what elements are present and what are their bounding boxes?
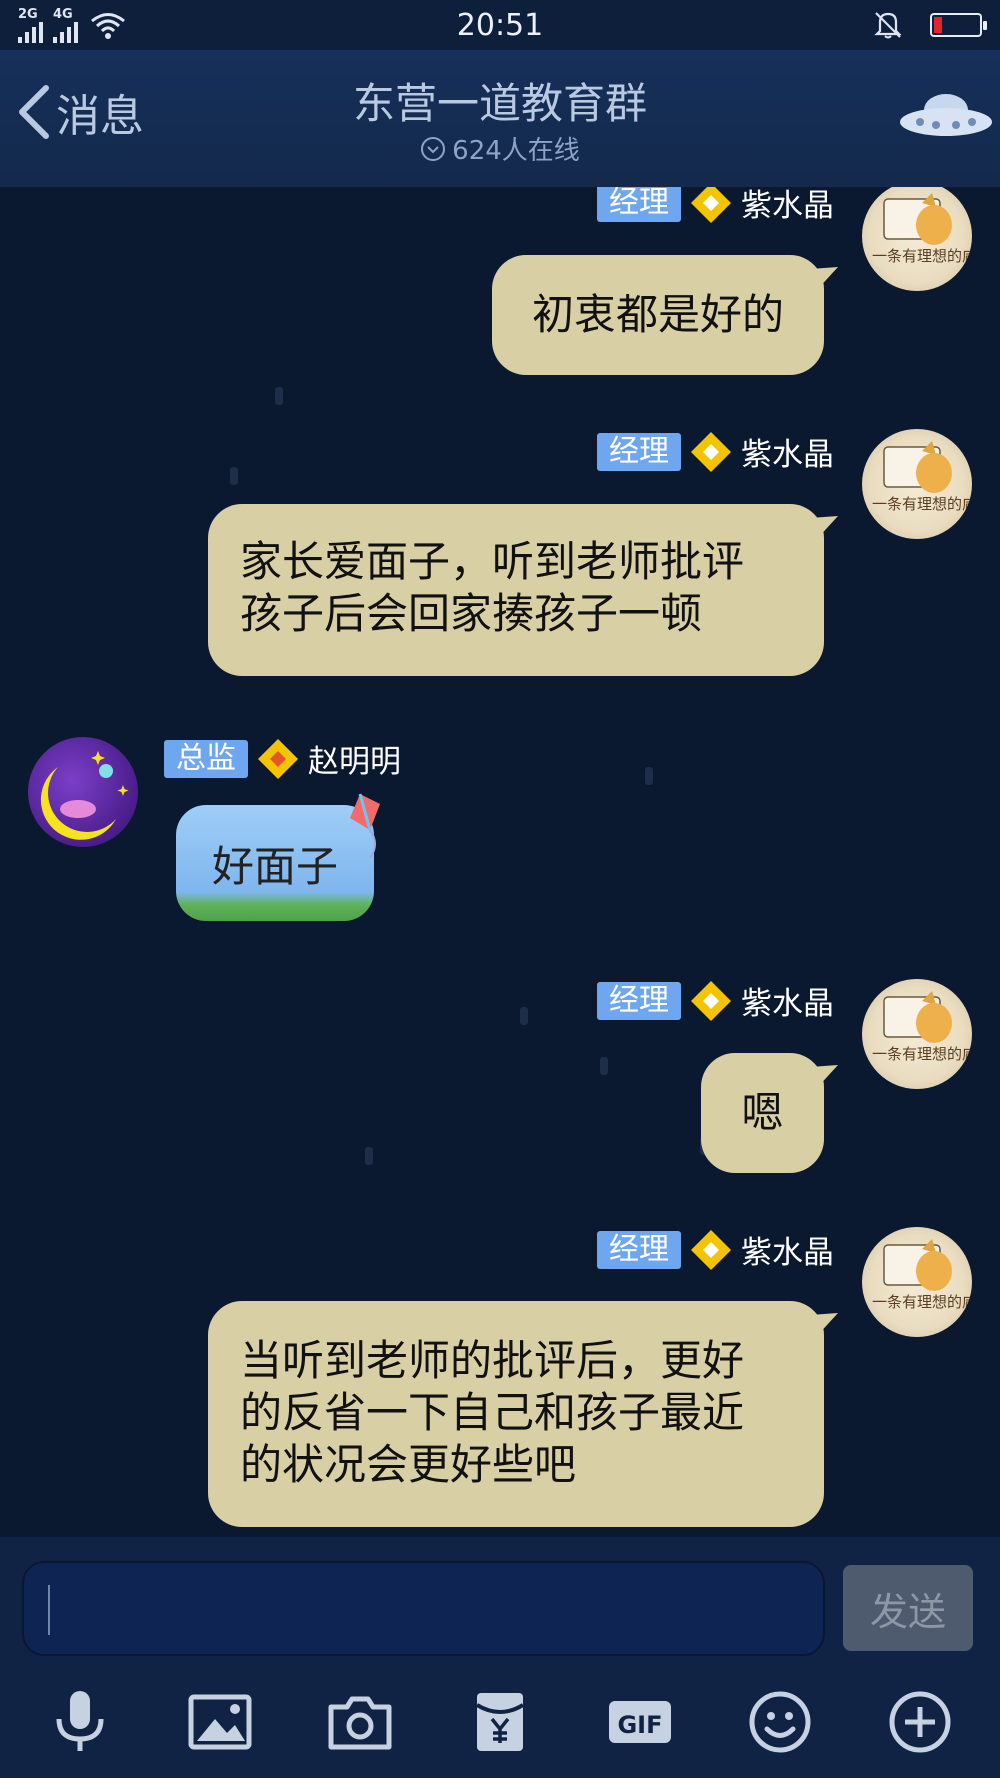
red-packet-button[interactable] (460, 1682, 540, 1762)
red-packet-icon (475, 1692, 525, 1751)
svg-text:一条有理想的咸: 一条有理想的咸 (872, 495, 972, 513)
cat-avatar-icon: 一条有理想的咸 (872, 441, 972, 513)
voice-button[interactable] (40, 1682, 120, 1762)
sender-name[interactable]: 紫水晶 (741, 978, 834, 1023)
text-caret (48, 1585, 50, 1635)
svg-text:一条有理想的咸: 一条有理想的咸 (872, 1045, 972, 1063)
background-streak (230, 467, 238, 485)
camera-button[interactable] (320, 1682, 400, 1762)
message-text-line: 家长爱面子，听到老师批评 (240, 537, 745, 586)
role-badge: 经理 (597, 981, 681, 1020)
battery-icon (930, 13, 987, 37)
role-badge: 经理 (597, 187, 681, 222)
message-bubble[interactable]: 初衷都是好的 (492, 255, 838, 375)
message-meta: 经理 紫水晶 (597, 187, 834, 225)
sender-name[interactable]: 紫水晶 (741, 187, 834, 225)
send-button[interactable]: 发送 (843, 1565, 973, 1651)
emoji-icon (749, 1691, 811, 1752)
group-profile-ufo-icon[interactable] (898, 90, 994, 142)
background-streak (600, 1057, 608, 1075)
emoji-button[interactable] (740, 1682, 820, 1762)
gif-icon: GIF (609, 1700, 671, 1743)
bubble-tail (810, 1065, 838, 1089)
status-time: 20:51 (456, 8, 544, 43)
microphone-icon (56, 1690, 104, 1751)
bubble-tail (810, 1313, 838, 1337)
rank-diamond-icon (691, 431, 731, 472)
message-bubble[interactable]: 当听到老师的批评后，更好 的反省一下自己和孩子最近 的状况会更好些吧 (208, 1301, 838, 1527)
message-text: 初衷都是好的 (531, 290, 784, 339)
gif-button[interactable]: GIF (600, 1682, 680, 1762)
message-meta: 经理 紫水晶 (597, 978, 834, 1023)
avatar[interactable]: 一条有理想的咸 (862, 429, 972, 539)
bubble-tail (810, 267, 838, 291)
message-meta: 总监 赵明明 (164, 736, 401, 781)
plus-icon (889, 1691, 951, 1752)
message-text-line: 当听到老师的批评后，更好 (240, 1336, 745, 1385)
role-badge: 总监 (164, 739, 248, 778)
rank-diamond-icon (258, 738, 298, 779)
avatar[interactable]: 一条有理想的咸 (862, 187, 972, 291)
message-meta: 经理 紫水晶 (597, 1227, 834, 1272)
avatar[interactable]: 一条有理想的咸 (862, 1227, 972, 1337)
message-bubble[interactable]: 家长爱面子，听到老师批评 孩子后会回家揍孩子一顿 (208, 504, 838, 676)
background-streak (520, 1007, 528, 1025)
group-title[interactable]: 东营一道教育群 (0, 70, 1000, 131)
role-badge: 经理 (597, 432, 681, 471)
svg-text:GIF: GIF (617, 1711, 662, 1739)
rank-diamond-icon (691, 980, 731, 1021)
composer-toolbar: GIF (0, 1665, 1000, 1778)
message-text: 好面子 (211, 841, 338, 891)
more-button[interactable] (880, 1682, 960, 1762)
cat-avatar-icon: 一条有理想的咸 (872, 991, 972, 1063)
rank-diamond-icon (691, 187, 731, 223)
sender-name[interactable]: 紫水晶 (741, 429, 834, 474)
message-text-line: 孩子后会回家揍孩子一顿 (240, 589, 703, 638)
message-input[interactable] (22, 1561, 825, 1656)
camera-icon (328, 1696, 392, 1749)
bubble-tail (810, 516, 838, 540)
status-bar: 2G 4G 20:51 (0, 0, 1000, 50)
kite-decoration-icon (350, 793, 380, 859)
cat-avatar-icon: 一条有理想的咸 (872, 1239, 972, 1311)
message-bubble[interactable]: 嗯 (701, 1053, 838, 1173)
cat-avatar-icon: 一条有理想的咸 (872, 193, 972, 265)
svg-text:一条有理想的咸: 一条有理想的咸 (872, 1293, 972, 1311)
avatar[interactable] (28, 737, 138, 847)
sender-name[interactable]: 紫水晶 (741, 1227, 834, 1272)
online-check-icon (421, 136, 446, 161)
message-text-line: 的反省一下自己和孩子最近 (240, 1388, 745, 1437)
chat-header: 消息 东营一道教育群 624人在线 (0, 50, 1000, 187)
avatar[interactable]: 一条有理想的咸 (862, 979, 972, 1089)
rank-diamond-icon (691, 1229, 731, 1270)
sender-name[interactable]: 赵明明 (308, 736, 401, 781)
message-meta: 经理 紫水晶 (597, 429, 834, 474)
composer-bar: 发送 (0, 1537, 1000, 1665)
image-icon (188, 1694, 252, 1749)
moon-avatar-icon (40, 751, 129, 840)
message-text-line: 的状况会更好些吧 (240, 1440, 577, 1489)
chat-message-list[interactable]: 经理 紫水晶 一条有理想的咸 初衷都是好的 经理 紫水晶 一条有理想的咸 家长爱… (0, 187, 1000, 1537)
message-text: 嗯 (741, 1088, 784, 1137)
role-badge: 经理 (597, 1230, 681, 1269)
background-streak (365, 1147, 373, 1165)
background-streak (275, 387, 283, 405)
background-streak (645, 767, 653, 785)
image-button[interactable] (180, 1682, 260, 1762)
online-status: 624人在线 (0, 130, 1000, 167)
online-count: 624人在线 (452, 136, 580, 166)
svg-text:一条有理想的咸: 一条有理想的咸 (872, 247, 972, 265)
